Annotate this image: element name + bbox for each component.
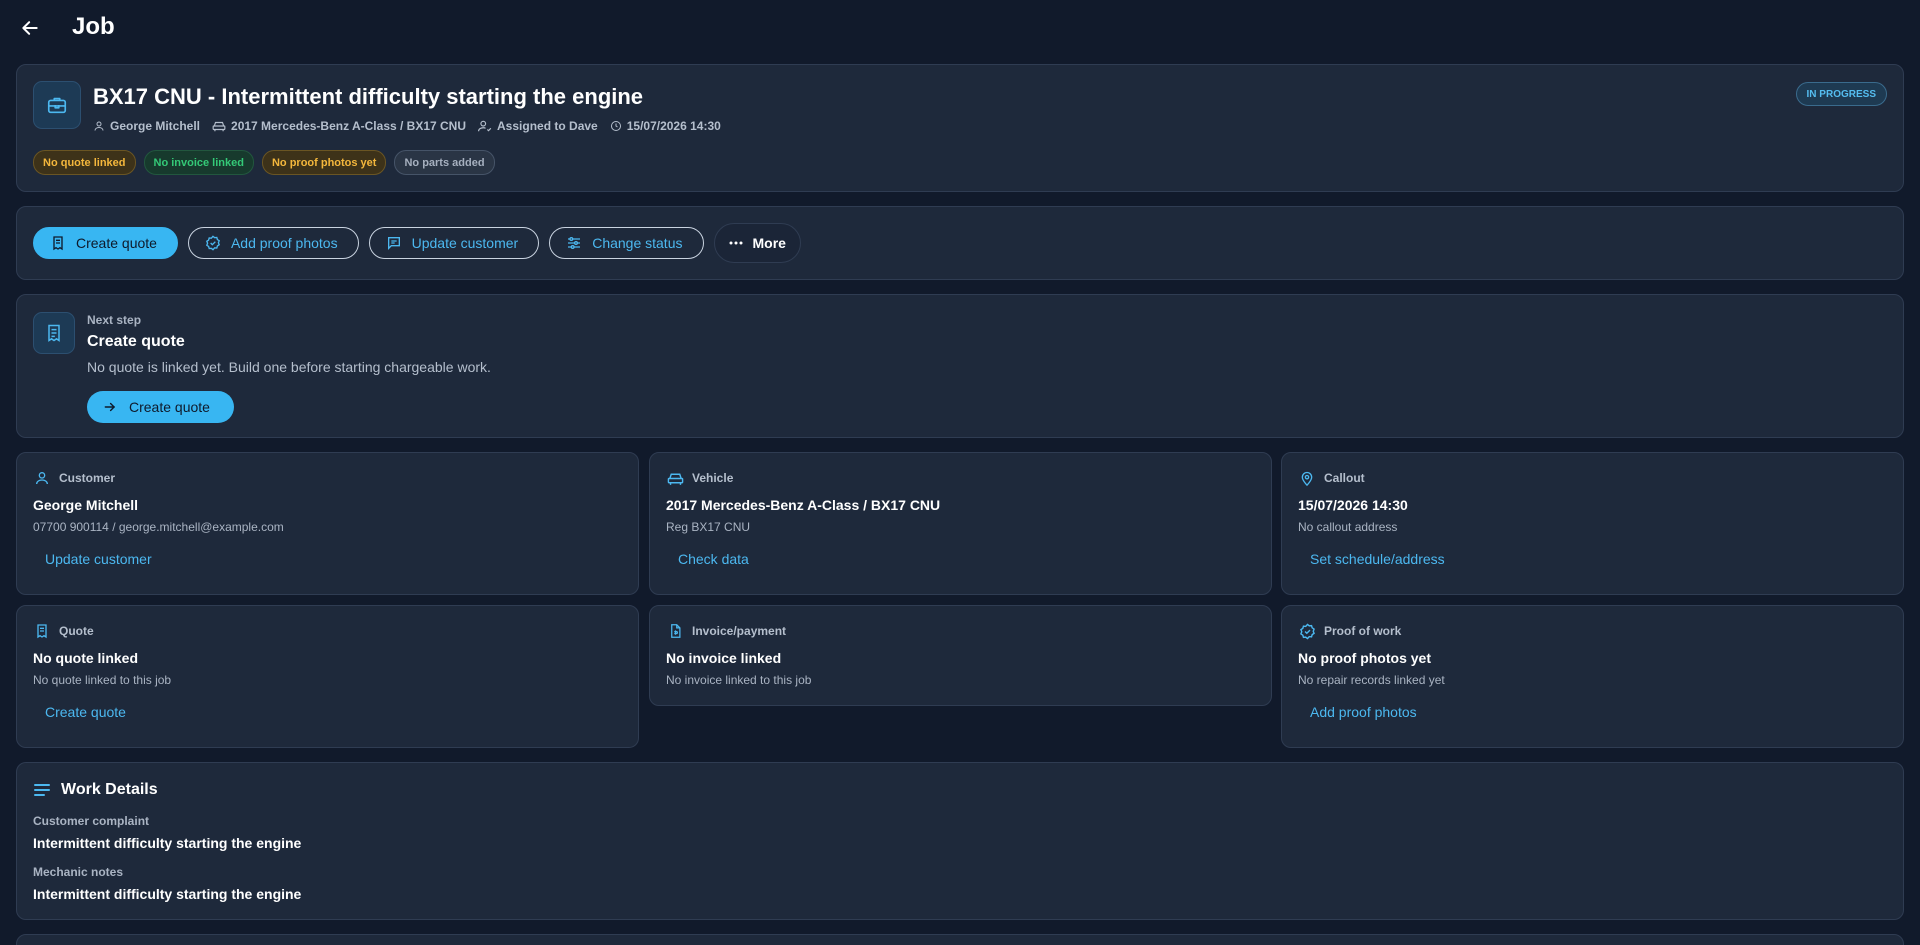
- work-details-heading: Work Details: [33, 781, 158, 799]
- create-quote-link[interactable]: Create quote: [33, 696, 138, 728]
- notes-lines-icon: [34, 784, 50, 796]
- car-icon: [666, 469, 684, 487]
- customer-card: Customer George Mitchell 07700 900114 / …: [16, 452, 639, 595]
- add-proof-photos-label: Add proof photos: [230, 235, 338, 251]
- car-icon: [212, 121, 226, 132]
- next-step-create-quote-button[interactable]: Create quote: [87, 391, 234, 423]
- work-details-heading-text: Work Details: [61, 781, 158, 798]
- chip-parts: No parts added: [394, 150, 495, 175]
- status-badge: IN PROGRESS: [1795, 82, 1887, 106]
- next-step-button-label: Create quote: [129, 399, 210, 415]
- invoice-card-heading-text: Invoice/payment: [692, 624, 787, 638]
- create-quote-label: Create quote: [76, 235, 157, 251]
- invoice-sub: No invoice linked to this job: [666, 673, 812, 687]
- next-section-card: [16, 934, 1904, 945]
- next-step-description: No quote is linked yet. Build one before…: [87, 359, 491, 375]
- callout-card-heading: Callout: [1298, 469, 1365, 487]
- update-customer-button[interactable]: Update customer: [368, 227, 540, 259]
- meta-vehicle: 2017 Mercedes-Benz A-Class / BX17 CNU: [212, 119, 466, 133]
- vehicle-reg: Reg BX17 CNU: [666, 520, 751, 534]
- location-pin-icon: [1298, 469, 1316, 487]
- receipt-icon: [33, 622, 51, 640]
- invoice-card-heading: Invoice/payment: [666, 622, 786, 640]
- vehicle-name: 2017 Mercedes-Benz A-Class / BX17 CNU: [666, 497, 941, 513]
- arrow-right-icon: [104, 402, 116, 412]
- chip-invoice: No invoice linked: [143, 150, 254, 175]
- callout-address: No callout address: [1298, 520, 1398, 534]
- proof-card: Proof of work No proof photos yet No rep…: [1281, 605, 1904, 748]
- person-icon: [33, 469, 51, 487]
- meta-assigned-text: Assigned to Dave: [497, 119, 598, 133]
- update-customer-link[interactable]: Update customer: [33, 543, 164, 575]
- meta-datetime-text: 15/07/2026 14:30: [626, 119, 721, 133]
- meta-assigned: Assigned to Dave: [478, 119, 598, 133]
- quote-sub: No quote linked to this job: [33, 673, 172, 687]
- job-meta: George Mitchell 2017 Mercedes-Benz A-Cla…: [93, 119, 721, 133]
- receipt-icon: [33, 312, 75, 354]
- next-step-card: Next step Create quote No quote is linke…: [16, 294, 1904, 438]
- meta-datetime: 15/07/2026 14:30: [610, 119, 721, 133]
- quote-card-heading-text: Quote: [59, 624, 94, 638]
- work-details-card: Work Details Customer complaint Intermit…: [16, 762, 1904, 920]
- mechanic-notes-label: Mechanic notes: [33, 865, 124, 879]
- receipt-icon: [53, 236, 63, 251]
- sliders-icon: [568, 237, 581, 249]
- callout-card-heading-text: Callout: [1324, 471, 1365, 485]
- verified-check-icon: [1298, 622, 1316, 640]
- change-status-button[interactable]: Change status: [549, 227, 704, 259]
- check-data-link[interactable]: Check data: [666, 543, 761, 575]
- invoice-icon: [666, 622, 684, 640]
- set-schedule-address-link[interactable]: Set schedule/address: [1298, 543, 1457, 575]
- top-bar: Job: [0, 0, 1920, 56]
- back-arrow-icon[interactable]: [16, 14, 44, 42]
- update-customer-label: Update customer: [411, 235, 519, 251]
- complaint-value: Intermittent difficulty starting the eng…: [33, 835, 302, 851]
- chat-icon: [387, 237, 400, 250]
- meta-customer-text: George Mitchell: [110, 119, 201, 133]
- customer-card-heading-text: Customer: [59, 471, 116, 485]
- meta-customer: George Mitchell: [93, 119, 200, 133]
- create-quote-button[interactable]: Create quote: [33, 227, 178, 259]
- vehicle-card-heading-text: Vehicle: [692, 471, 734, 485]
- invoice-card: Invoice/payment No invoice linked No inv…: [649, 605, 1272, 706]
- complaint-label: Customer complaint: [33, 814, 150, 828]
- job-title: BX17 CNU - Intermittent difficulty start…: [93, 84, 644, 109]
- vehicle-card: Vehicle 2017 Mercedes-Benz A-Class / BX1…: [649, 452, 1272, 595]
- meta-vehicle-text: 2017 Mercedes-Benz A-Class / BX17 CNU: [231, 119, 467, 133]
- customer-contact: 07700 900114 / george.mitchell@example.c…: [33, 520, 284, 534]
- more-label: More: [752, 235, 786, 251]
- clock-icon: [610, 121, 621, 131]
- add-proof-photos-button[interactable]: Add proof photos: [187, 227, 359, 259]
- mechanic-notes-value: Intermittent difficulty starting the eng…: [33, 886, 302, 902]
- quote-status: No quote linked: [33, 650, 138, 666]
- callout-datetime: 15/07/2026 14:30: [1298, 497, 1408, 513]
- more-dots-icon: [729, 241, 742, 245]
- job-header-card: BX17 CNU - Intermittent difficulty start…: [16, 64, 1904, 192]
- change-status-label: Change status: [592, 235, 683, 251]
- next-step-title: Create quote: [87, 333, 185, 350]
- callout-card: Callout 15/07/2026 14:30 No callout addr…: [1281, 452, 1904, 595]
- customer-name: George Mitchell: [33, 497, 139, 513]
- proof-card-heading: Proof of work: [1298, 622, 1401, 640]
- quote-card-heading: Quote: [33, 622, 94, 640]
- chip-proof: No proof photos yet: [261, 150, 387, 175]
- proof-sub: No repair records linked yet: [1298, 673, 1445, 687]
- vehicle-card-heading: Vehicle: [666, 469, 733, 487]
- quote-card: Quote No quote linked No quote linked to…: [16, 605, 639, 748]
- next-step-label: Next step: [87, 313, 142, 327]
- chip-quote: No quote linked: [33, 150, 136, 175]
- proof-status: No proof photos yet: [1298, 650, 1431, 666]
- actions-bar: Create quote Add proof photos Update cus…: [16, 206, 1904, 280]
- invoice-status: No invoice linked: [666, 650, 782, 666]
- proof-card-heading-text: Proof of work: [1324, 624, 1402, 638]
- add-proof-photos-link[interactable]: Add proof photos: [1298, 696, 1429, 728]
- assign-user-icon: [478, 120, 492, 132]
- page-title: Job: [72, 13, 115, 40]
- verified-check-icon: [205, 235, 220, 251]
- customer-card-heading: Customer: [33, 469, 115, 487]
- person-icon: [94, 121, 104, 131]
- briefcase-icon: [33, 81, 81, 129]
- job-chips: No quote linked No invoice linked No pro…: [33, 150, 495, 175]
- more-button[interactable]: More: [713, 223, 801, 263]
